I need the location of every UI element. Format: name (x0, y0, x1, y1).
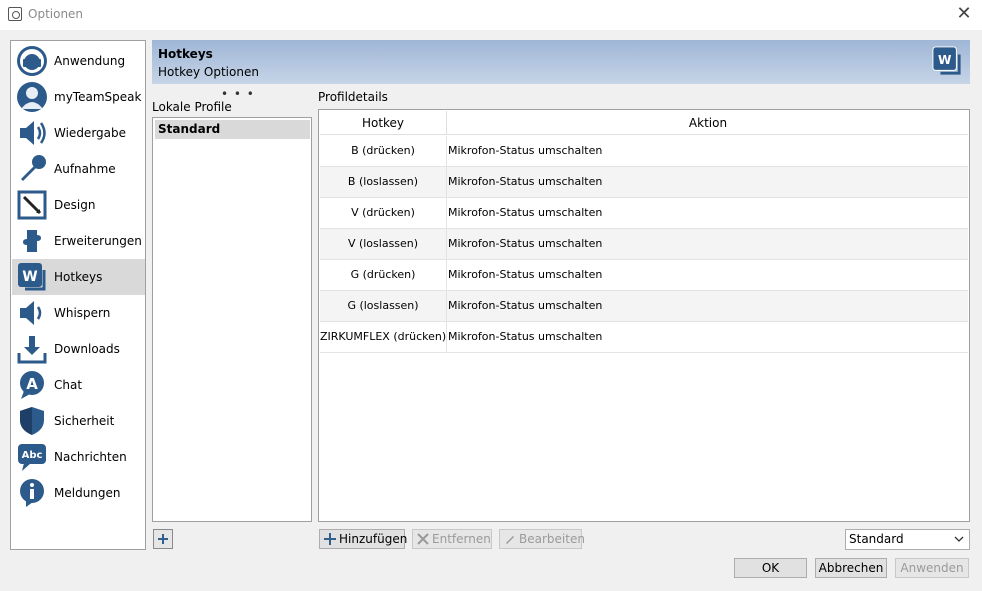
sidebar-item-nachrichten[interactable]: Abc Nachrichten (12, 439, 145, 475)
sidebar-item-meldungen[interactable]: Meldungen (12, 475, 145, 511)
sidebar-item-label: Hotkeys (54, 270, 103, 284)
action-cell: Mikrofon-Status umschalten (448, 144, 603, 157)
page-title: Hotkeys (158, 47, 213, 61)
chevron-down-icon (954, 536, 964, 542)
hotkey-icon: W (932, 46, 961, 75)
hotkey-cell: B (drücken) (320, 136, 447, 166)
info-icon (20, 479, 44, 507)
table-header: Hotkey Aktion (320, 111, 968, 135)
action-cell: Mikrofon-Status umschalten (448, 299, 603, 312)
pencil-icon (506, 536, 514, 544)
column-header-hotkey[interactable]: Hotkey (320, 111, 447, 135)
hotkey-cell: V (drücken) (320, 198, 447, 228)
hotkey-cell: G (loslassen) (320, 291, 447, 321)
sidebar-item-hotkeys[interactable]: W Hotkeys (12, 259, 145, 295)
shield-icon (20, 407, 44, 435)
user-icon (17, 82, 47, 112)
settings-icon (8, 7, 22, 21)
hotkey-cell: V (loslassen) (320, 229, 447, 259)
add-profile-button[interactable] (153, 529, 173, 549)
table-row[interactable]: V (drücken) Mikrofon-Status umschalten (320, 198, 968, 229)
svg-text:W: W (22, 269, 37, 285)
sidebar-item-label: Chat (54, 378, 83, 392)
sidebar-item-label: myTeamSpeak (54, 90, 142, 104)
profile-list: Standard (152, 117, 312, 522)
splitter-handle[interactable]: • • • (221, 87, 255, 101)
headset-icon (17, 46, 47, 76)
button-label: Bearbeiten (519, 532, 585, 546)
download-icon (17, 336, 47, 364)
profiles-label: Lokale Profile (152, 100, 232, 114)
table-row[interactable]: B (loslassen) Mikrofon-Status umschalten (320, 167, 968, 198)
table-row[interactable]: V (loslassen) Mikrofon-Status umschalten (320, 229, 968, 260)
sidebar-item-anwendung[interactable]: Anwendung (12, 43, 145, 79)
title-bar: Optionen ✕ (0, 0, 982, 30)
list-item[interactable]: Standard (155, 120, 310, 139)
sidebar-item-label: Aufnahme (54, 162, 116, 176)
page-subtitle: Hotkey Optionen (158, 65, 259, 79)
close-icon (417, 533, 429, 545)
sidebar-item-downloads[interactable]: Downloads (12, 331, 145, 367)
table-row[interactable]: B (drücken) Mikrofon-Status umschalten (320, 136, 968, 167)
sidebar-item-whispern[interactable]: Whispern (12, 295, 145, 331)
action-cell: Mikrofon-Status umschalten (448, 268, 603, 281)
column-header-action[interactable]: Aktion (448, 111, 968, 135)
sidebar-item-label: Downloads (54, 342, 120, 356)
edit-hotkey-button[interactable]: Bearbeiten (499, 529, 585, 549)
sidebar-item-sicherheit[interactable]: Sicherheit (12, 403, 145, 439)
svg-text:Abc: Abc (22, 450, 43, 461)
design-icon (17, 190, 47, 220)
message-icon: Abc (18, 444, 46, 471)
add-hotkey-button[interactable]: Hinzufügen (319, 529, 408, 549)
table-row[interactable]: ZIRKUMFLEX (drücken) Mikrofon-Status ums… (320, 322, 968, 353)
profile-select-value: Standard (849, 532, 904, 546)
sidebar-item-label: Whispern (54, 306, 111, 320)
action-cell: Mikrofon-Status umschalten (448, 237, 603, 250)
hotkey-cell: ZIRKUMFLEX (drücken) (320, 322, 447, 352)
sidebar-item-label: Anwendung (54, 54, 126, 68)
hotkey-icon: W (18, 263, 46, 291)
whisper-icon (20, 301, 42, 325)
sidebar-item-label: Erweiterungen (54, 234, 142, 248)
speaker-icon (20, 121, 46, 145)
sidebar-item-aufnahme[interactable]: Aufnahme (12, 151, 145, 187)
table-row[interactable]: G (drücken) Mikrofon-Status umschalten (320, 260, 968, 291)
profile-select[interactable]: Standard (845, 529, 970, 550)
hotkey-cell: B (loslassen) (320, 167, 447, 197)
cancel-button[interactable]: Abbrechen (815, 558, 887, 578)
close-button[interactable]: ✕ (954, 3, 974, 25)
sidebar-item-myteamspeak[interactable]: myTeamSpeak (12, 79, 145, 115)
button-label: Hinzufügen (339, 532, 408, 546)
sidebar-item-label: Meldungen (54, 486, 121, 500)
page-header: Hotkeys Hotkey Optionen W (152, 40, 970, 84)
svg-text:W: W (938, 53, 952, 67)
remove-hotkey-button[interactable]: Entfernen (412, 529, 492, 549)
plus-icon (324, 533, 336, 545)
sidebar-item-label: Wiedergabe (54, 126, 127, 140)
chat-icon: A (20, 371, 44, 399)
sidebar-item-label: Sicherheit (54, 414, 115, 428)
profile-details-label: Profildetails (318, 90, 388, 104)
apply-button[interactable]: Anwenden (895, 558, 969, 578)
sidebar-item-erweiterungen[interactable]: Erweiterungen (12, 223, 145, 259)
action-cell: Mikrofon-Status umschalten (448, 330, 603, 343)
sidebar-item-design[interactable]: Design (12, 187, 145, 223)
puzzle-icon (23, 230, 41, 252)
action-cell: Mikrofon-Status umschalten (448, 206, 603, 219)
table-row[interactable]: G (loslassen) Mikrofon-Status umschalten (320, 291, 968, 322)
button-label: Entfernen (432, 532, 491, 546)
hotkey-cell: G (drücken) (320, 260, 447, 290)
microphone-icon (21, 155, 46, 181)
ok-button[interactable]: OK (734, 558, 807, 578)
window-title: Optionen (28, 7, 84, 21)
sidebar-item-label: Nachrichten (54, 450, 127, 464)
sidebar-item-chat[interactable]: A Chat (12, 367, 145, 403)
action-cell: Mikrofon-Status umschalten (448, 175, 603, 188)
hotkey-table: Hotkey Aktion B (drücken) Mikrofon-Statu… (318, 109, 970, 522)
svg-text:A: A (26, 375, 38, 393)
sidebar-item-wiedergabe[interactable]: Wiedergabe (12, 115, 145, 151)
sidebar: Anwendung myTeamSpeak Wiedergabe Aufnahm… (10, 40, 146, 550)
sidebar-item-label: Design (54, 198, 96, 212)
